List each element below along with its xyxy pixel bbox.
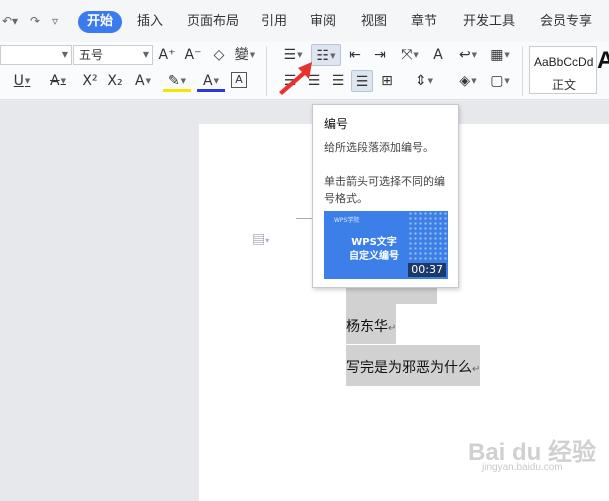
- superscript-icon[interactable]: X²: [79, 70, 101, 92]
- text-effect-icon[interactable]: A▼: [129, 70, 157, 92]
- tab-page-layout[interactable]: 页面布局: [183, 11, 243, 33]
- justify-icon[interactable]: ☰: [351, 70, 373, 92]
- align-right-icon[interactable]: ☰: [327, 70, 349, 92]
- tab-view[interactable]: 视图: [354, 11, 394, 33]
- tooltip-hint: 单击箭头可选择不同的编号格式。: [324, 175, 445, 205]
- clear-format-icon[interactable]: ◇: [209, 44, 229, 66]
- highlight-icon[interactable]: ✎▼: [163, 70, 191, 92]
- font-size-combo[interactable]: 五号 ▼: [73, 45, 153, 65]
- tab-review[interactable]: 审阅: [303, 11, 343, 33]
- font-color-icon[interactable]: A▼: [197, 70, 225, 92]
- wps-academy-logo: WPS学院: [334, 217, 360, 224]
- outdent-icon[interactable]: ⇤: [345, 44, 365, 66]
- strikethrough-icon[interactable]: A▼: [44, 70, 72, 92]
- shrink-font-icon[interactable]: A⁻: [183, 44, 203, 66]
- sort-icon[interactable]: ⤧▼: [396, 44, 424, 66]
- document-line[interactable]: 杨东华↵: [346, 316, 396, 336]
- show-marks-icon[interactable]: A: [428, 44, 448, 66]
- tab-insert[interactable]: 插入: [130, 11, 170, 33]
- tab-home[interactable]: 开始: [78, 11, 122, 33]
- red-arrow-annotation: [279, 62, 312, 95]
- ribbon-separator: [266, 46, 267, 96]
- tab-section[interactable]: 章节: [404, 11, 444, 33]
- tutorial-video-thumbnail[interactable]: WPS学院 WPS文字 自定义编号 00:37: [324, 211, 448, 279]
- document-icon[interactable]: ▤▾: [252, 231, 269, 247]
- tab-member[interactable]: 会员专享: [535, 11, 597, 33]
- indent-icon[interactable]: ⇥: [370, 44, 390, 66]
- subscript-icon[interactable]: X₂: [104, 70, 126, 92]
- shading-icon[interactable]: ◈▼: [454, 70, 482, 92]
- tab-references[interactable]: 引用: [254, 11, 294, 33]
- borders-icon[interactable]: ▢▼: [486, 70, 514, 92]
- quick-access-menu-icon[interactable]: ▿: [52, 12, 58, 30]
- line-spacing-icon[interactable]: ⇕▼: [410, 70, 438, 92]
- font-name-combo[interactable]: ▼: [0, 45, 72, 65]
- tab-bar: ↶▾ ↷ ▿ 开始 插入 页面布局 引用 审阅 视图 章节 开发工具 会员专享: [0, 0, 609, 42]
- paragraph-marks-icon[interactable]: ↩▼: [454, 44, 482, 66]
- redo-icon[interactable]: ↷: [30, 12, 40, 30]
- watermark-url: jingyan.baidu.com: [482, 462, 563, 473]
- tab-developer[interactable]: 开发工具: [458, 11, 520, 33]
- style-name: 正文: [552, 78, 577, 92]
- char-border-icon[interactable]: A: [231, 72, 247, 88]
- style-sample: AaBbCcDd: [534, 55, 594, 69]
- style-normal[interactable]: AaBbCcDd 正文: [529, 46, 597, 94]
- document-line[interactable]: 写完是为邪恶为什么↵: [346, 357, 480, 377]
- underline-icon[interactable]: U▼: [8, 70, 36, 92]
- distribute-icon[interactable]: ⊞: [376, 70, 398, 92]
- phonetic-guide-icon[interactable]: 變▼: [233, 44, 257, 66]
- grow-font-icon[interactable]: A⁺: [157, 44, 177, 66]
- numbering-icon: ☷: [316, 48, 330, 64]
- ribbon-separator: [522, 46, 523, 96]
- tooltip-title: 编号: [324, 117, 349, 131]
- heading-style-preview[interactable]: A: [597, 47, 609, 75]
- numbering-tooltip: 编号 给所选段落添加编号。 单击箭头可选择不同的编号格式。 WPS学院 WPS文…: [312, 104, 459, 288]
- thumbnail-title: WPS文字: [351, 237, 397, 248]
- tooltip-description: 给所选段落添加编号。: [324, 141, 434, 154]
- selection-highlight: [346, 288, 437, 304]
- table-tools-icon[interactable]: ▦▼: [486, 44, 514, 66]
- video-duration: 00:37: [408, 263, 446, 277]
- undo-icon[interactable]: ↶▾: [2, 12, 18, 30]
- thumbnail-subtitle: 自定义编号: [349, 251, 399, 262]
